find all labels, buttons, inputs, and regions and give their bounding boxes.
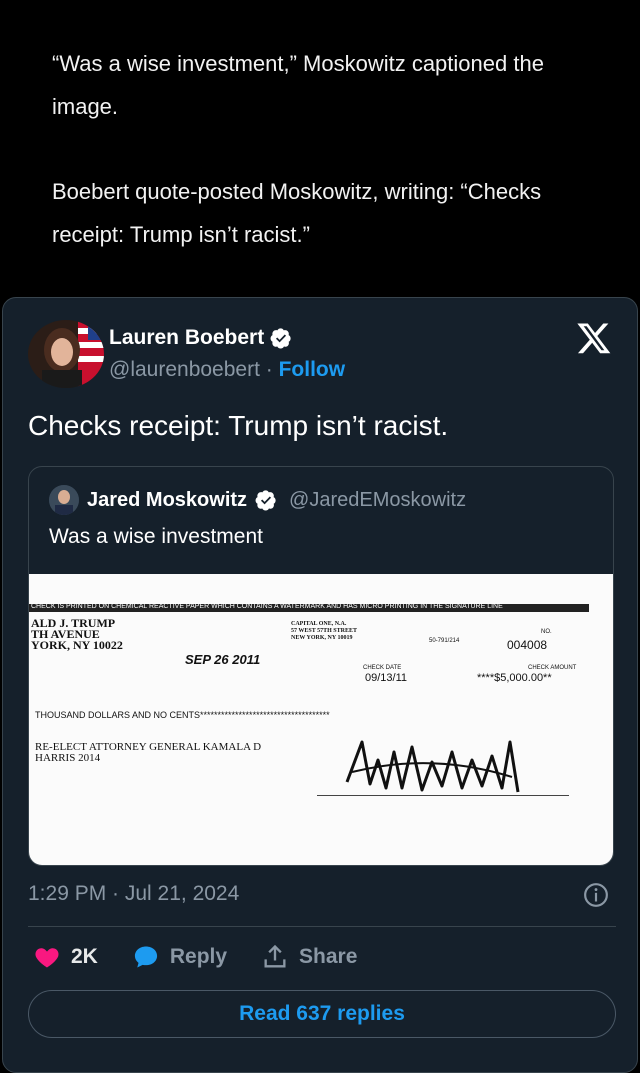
payer-line-3: YORK, NY 10022 — [31, 638, 123, 652]
tweet-author-handle-row: @laurenboebert · Follow — [109, 358, 345, 382]
tweet-author-name[interactable]: Lauren Boebert — [109, 326, 292, 350]
reply-button[interactable]: Reply — [132, 943, 227, 971]
check-date-label: CHECK DATE — [363, 665, 402, 671]
article-paragraph-2: Boebert quote-posted Moskowitz, writing:… — [52, 179, 542, 247]
check-date: 09/13/11 — [365, 672, 408, 684]
check-security-text: CHECK IS PRINTED ON CHEMICAL REACTIVE PA… — [31, 603, 503, 610]
check-bank: CAPITAL ONE, N.A. 57 WEST 57TH STREET NE… — [291, 621, 357, 642]
check-routing: 50-791/214 — [429, 638, 460, 644]
follow-link[interactable]: Follow — [279, 358, 346, 381]
like-count: 2K — [71, 945, 98, 968]
bank-line-2: 57 WEST 57TH STREET — [291, 628, 357, 634]
check-number: 004008 — [507, 638, 548, 652]
quoted-tweet[interactable]: Jared Moskowitz @JaredEMoskowitz Was a w… — [28, 466, 614, 866]
quoted-avatar[interactable] — [49, 485, 79, 515]
read-replies-button[interactable]: Read 637 replies — [28, 990, 616, 1038]
check-handwritten-date: SEP 26 2011 — [185, 652, 261, 667]
article-paragraph-1: “Was a wise investment,” Moskowitz capti… — [52, 51, 544, 119]
info-icon[interactable] — [583, 882, 609, 908]
author-handle[interactable]: @laurenboebert — [109, 358, 260, 381]
tweet-actions: 2K Reply Share — [33, 943, 391, 971]
like-button[interactable]: 2K — [33, 943, 98, 971]
quoted-author-handle[interactable]: @JaredEMoskowitz — [289, 489, 466, 512]
quoted-tweet-header: Jared Moskowitz @JaredEMoskowitz — [49, 485, 466, 515]
author-name-text[interactable]: Lauren Boebert — [109, 326, 264, 350]
check-amount-label: CHECK AMOUNT — [528, 665, 577, 671]
signature-line — [317, 795, 569, 796]
check-payer: ALD J. TRUMP TH AVENUE YORK, NY 10022 — [31, 617, 123, 652]
reply-label: Reply — [169, 945, 228, 968]
x-logo-icon[interactable] — [576, 320, 612, 356]
tweet-timestamp[interactable]: 1:29 PM · Jul 21, 2024 — [28, 882, 239, 906]
bank-line-1: CAPITAL ONE, N.A. — [291, 621, 347, 627]
reply-bubble-icon — [134, 946, 157, 968]
share-button[interactable]: Share — [261, 943, 357, 971]
quoted-tweet-text: Was a wise investment — [49, 525, 263, 548]
check-no-label: NO. — [541, 629, 552, 635]
tweet-text: Checks receipt: Trump isn’t racist. — [28, 410, 449, 441]
quoted-author-name[interactable]: Jared Moskowitz — [87, 489, 247, 512]
article-text: “Was a wise investment,” Moskowitz capti… — [52, 42, 592, 298]
check-amount-words: THOUSAND DOLLARS AND NO CENTS***********… — [35, 710, 330, 720]
heart-icon — [35, 948, 59, 968]
avatar[interactable] — [28, 320, 104, 388]
verified-badge-icon — [270, 328, 291, 349]
check-payee: RE-ELECT ATTORNEY GENERAL KAMALA D HARRI… — [35, 742, 261, 764]
share-icon — [264, 944, 286, 968]
divider — [28, 926, 616, 927]
bank-line-3: NEW YORK, NY 10019 — [291, 635, 353, 641]
share-label: Share — [299, 945, 358, 968]
handle-separator: · — [259, 358, 279, 381]
signature-icon — [345, 740, 520, 793]
verified-badge-icon — [255, 490, 276, 511]
embedded-tweet-card[interactable]: Lauren Boebert @laurenboebert · Follow C… — [2, 297, 638, 1073]
payee-line-2: HARRIS 2014 — [35, 752, 101, 764]
check-image[interactable]: CHECK IS PRINTED ON CHEMICAL REACTIVE PA… — [29, 574, 613, 865]
check-amount: ****$5,000.00** — [477, 672, 552, 684]
